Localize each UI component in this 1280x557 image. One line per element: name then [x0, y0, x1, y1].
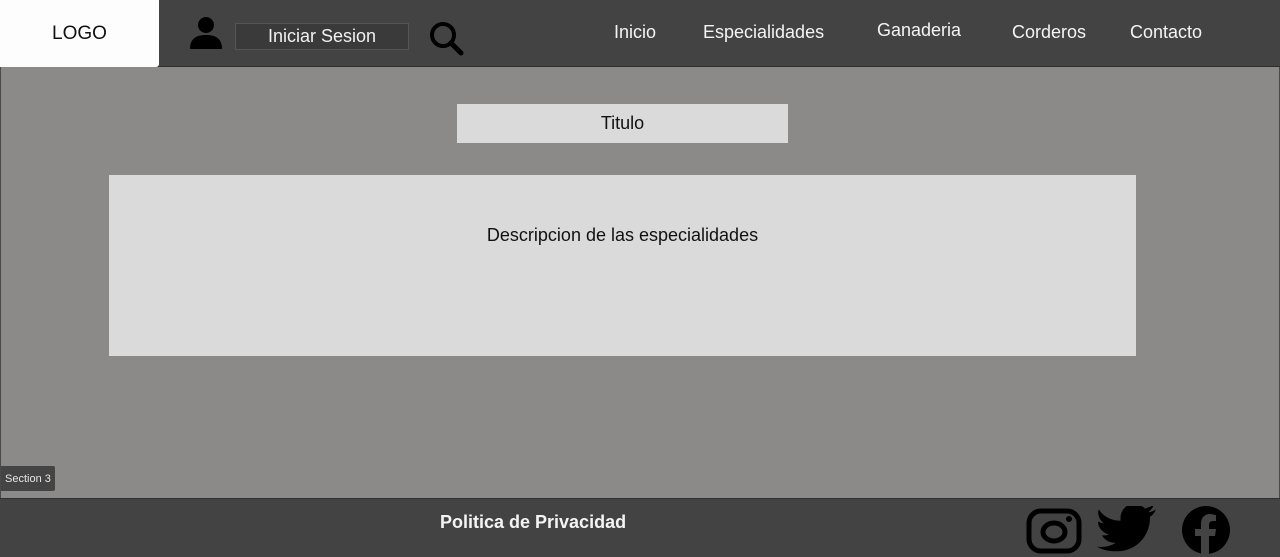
logo[interactable]: LOGO: [0, 0, 159, 67]
twitter-icon[interactable]: [1096, 506, 1158, 554]
nav-ganaderia[interactable]: Ganaderia: [877, 20, 961, 41]
login-button[interactable]: Iniciar Sesion: [235, 23, 409, 50]
description-text: Descripcion de las especialidades: [486, 225, 759, 245]
header: LOGO Iniciar Sesion Inicio Especialidade…: [0, 0, 1280, 67]
instagram-icon[interactable]: [1024, 506, 1084, 554]
nav-contacto[interactable]: Contacto: [1130, 22, 1202, 43]
page-title: Titulo: [457, 104, 788, 143]
search-icon[interactable]: [428, 20, 464, 56]
section-tag: Section 3: [1, 466, 55, 491]
nav-corderos[interactable]: Corderos: [1012, 22, 1086, 43]
main-section: Titulo Descripcion de las especialidades…: [0, 67, 1280, 498]
footer: Politica de Privacidad: [0, 498, 1280, 557]
user-icon[interactable]: [188, 16, 224, 50]
privacy-link[interactable]: Politica de Privacidad: [440, 512, 626, 533]
description-box: Descripcion de las especialidades: [109, 175, 1136, 356]
nav-inicio[interactable]: Inicio: [614, 22, 656, 43]
nav-especialidades[interactable]: Especialidades: [703, 22, 824, 43]
facebook-icon[interactable]: [1178, 506, 1234, 554]
